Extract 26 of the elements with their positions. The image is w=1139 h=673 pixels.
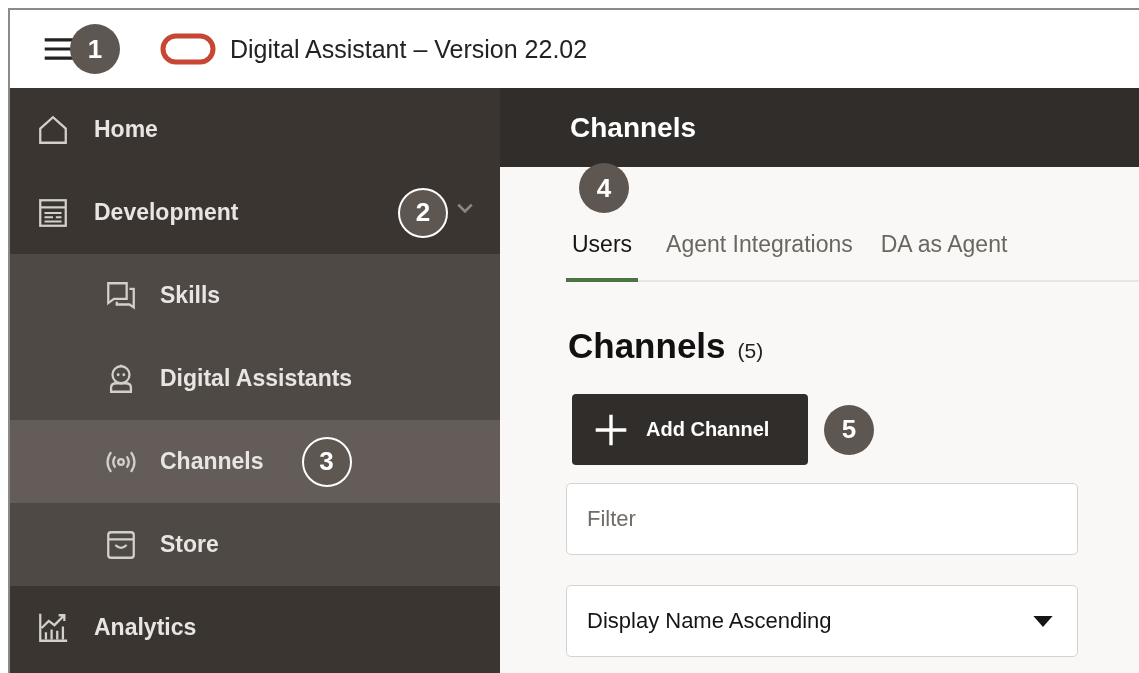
app-title: Digital Assistant – Version 22.02: [230, 34, 588, 64]
callout-number: 5: [824, 404, 874, 455]
add-channel-button[interactable]: Add Channel: [572, 394, 808, 465]
page-title: Channels: [570, 111, 697, 144]
callout-number: 4: [579, 163, 629, 213]
callout-number: 3: [301, 436, 352, 487]
item-count: (5): [737, 339, 764, 363]
tab[interactable]: Users: [566, 231, 639, 282]
nav-item[interactable]: Development 2: [10, 171, 500, 254]
sort-dropdown[interactable]: Display Name Ascending: [566, 585, 1078, 657]
section-heading: Channels: [568, 326, 726, 366]
tab[interactable]: DA as Agent: [880, 231, 1008, 282]
tab[interactable]: Agent Integrations: [666, 231, 853, 282]
nav-item[interactable]: Store: [10, 503, 500, 586]
dropdown-arrow-icon: [1033, 615, 1053, 627]
logo-icon: [160, 33, 216, 65]
nav-item[interactable]: Home: [10, 88, 500, 171]
nav-item[interactable]: Analytics: [10, 586, 500, 669]
nav-item[interactable]: Channels 3: [10, 420, 500, 503]
callout-number: 1: [70, 24, 120, 74]
plus-icon: [594, 412, 628, 447]
nav-item[interactable]: Digital Assistants: [10, 337, 500, 420]
callout-number: 2: [398, 187, 448, 238]
nav-item[interactable]: Skills: [10, 254, 500, 337]
filter-field[interactable]: Filter: [566, 483, 1078, 555]
chevron-icon[interactable]: [456, 201, 474, 214]
